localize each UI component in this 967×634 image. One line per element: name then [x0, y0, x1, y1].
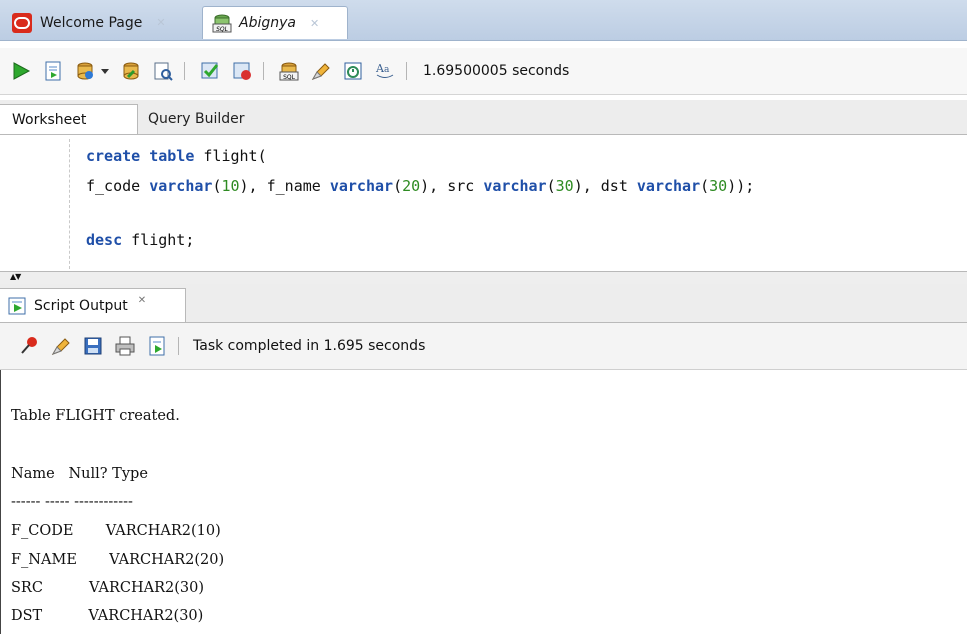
worksheet-toolbar: SQL Aa 1.69500005 seconds	[0, 48, 967, 95]
run-script-icon[interactable]	[146, 335, 168, 357]
history-icon[interactable]	[342, 60, 364, 82]
format-icon[interactable]: Aa	[374, 60, 396, 82]
line-gutter	[0, 135, 68, 271]
code-line-1[interactable]: create table flight(	[86, 147, 267, 165]
print-icon[interactable]	[114, 335, 136, 357]
close-icon[interactable]: ✕	[156, 16, 165, 29]
tab-worksheet[interactable]: Worksheet	[0, 104, 138, 134]
close-icon[interactable]: ✕	[310, 17, 319, 30]
script-output-icon	[6, 295, 28, 317]
autotrace-icon[interactable]	[199, 60, 221, 82]
explain-plan-icon[interactable]	[152, 60, 174, 82]
tab-label: Script Output	[34, 297, 128, 314]
rollback-icon[interactable]	[120, 60, 142, 82]
gutter-divider	[69, 139, 70, 269]
toolbar-separator	[406, 62, 407, 80]
tab-query-builder[interactable]: Query Builder	[136, 104, 296, 134]
pin-icon[interactable]	[18, 335, 40, 357]
svg-text:SQL: SQL	[216, 26, 228, 33]
script-output-area[interactable]: Table FLIGHT created. Name Null? Type --…	[0, 370, 967, 634]
output-line: ------ ----- ------------	[11, 494, 133, 510]
sql-tuning-icon[interactable]	[231, 60, 253, 82]
dropdown-icon[interactable]	[100, 60, 110, 82]
run-statement-icon[interactable]	[10, 60, 32, 82]
sql-worksheet-icon: SQL	[211, 12, 233, 34]
tab-script-output[interactable]: Script Output ✕	[0, 288, 186, 322]
execution-time: 1.69500005 seconds	[423, 63, 570, 79]
run-script-icon[interactable]	[42, 60, 64, 82]
output-line: Table FLIGHT created.	[11, 408, 180, 424]
tab-label: Welcome Page	[40, 14, 143, 31]
oracle-icon	[12, 12, 32, 33]
close-icon[interactable]: ✕	[138, 295, 146, 306]
splitter-arrows-icon[interactable]: ▲▼	[10, 272, 21, 282]
svg-text:SQL: SQL	[283, 74, 296, 81]
unshared-sql-icon[interactable]: SQL	[278, 60, 300, 82]
clear-icon[interactable]	[310, 60, 332, 82]
output-line: SRC VARCHAR2(30)	[11, 580, 205, 596]
document-tab-bar: Welcome Page ✕ SQL Abignya ✕	[0, 0, 967, 41]
save-icon[interactable]	[82, 335, 104, 357]
toolbar-separator	[184, 62, 185, 80]
code-line-4[interactable]: desc flight;	[86, 231, 194, 249]
output-tab-bar: Script Output ✕	[0, 284, 967, 323]
code-line-2[interactable]: f_code varchar(10), f_name varchar(20), …	[86, 177, 754, 195]
output-line: DST VARCHAR2(30)	[11, 608, 204, 624]
svg-text:a: a	[384, 65, 390, 75]
commit-icon[interactable]	[74, 60, 96, 82]
worksheet-tab-bar: Worksheet Query Builder	[0, 100, 967, 135]
output-line: F_NAME VARCHAR2(20)	[11, 552, 225, 568]
tab-abignya[interactable]: SQL Abignya ✕	[202, 6, 348, 39]
tab-welcome-page[interactable]: Welcome Page ✕	[4, 6, 200, 39]
clear-icon[interactable]	[50, 335, 72, 357]
toolbar-separator	[263, 62, 264, 80]
sql-editor[interactable]: create table flight( f_code varchar(10),…	[0, 135, 967, 271]
output-line: Name Null? Type	[11, 466, 148, 482]
panel-splitter[interactable]: ▲▼	[0, 271, 967, 285]
tab-label: Abignya	[239, 15, 296, 31]
toolbar-separator	[178, 337, 179, 355]
output-line: F_CODE VARCHAR2(10)	[11, 523, 221, 539]
output-toolbar: Task completed in 1.695 seconds	[0, 323, 967, 370]
task-status: Task completed in 1.695 seconds	[193, 338, 426, 354]
